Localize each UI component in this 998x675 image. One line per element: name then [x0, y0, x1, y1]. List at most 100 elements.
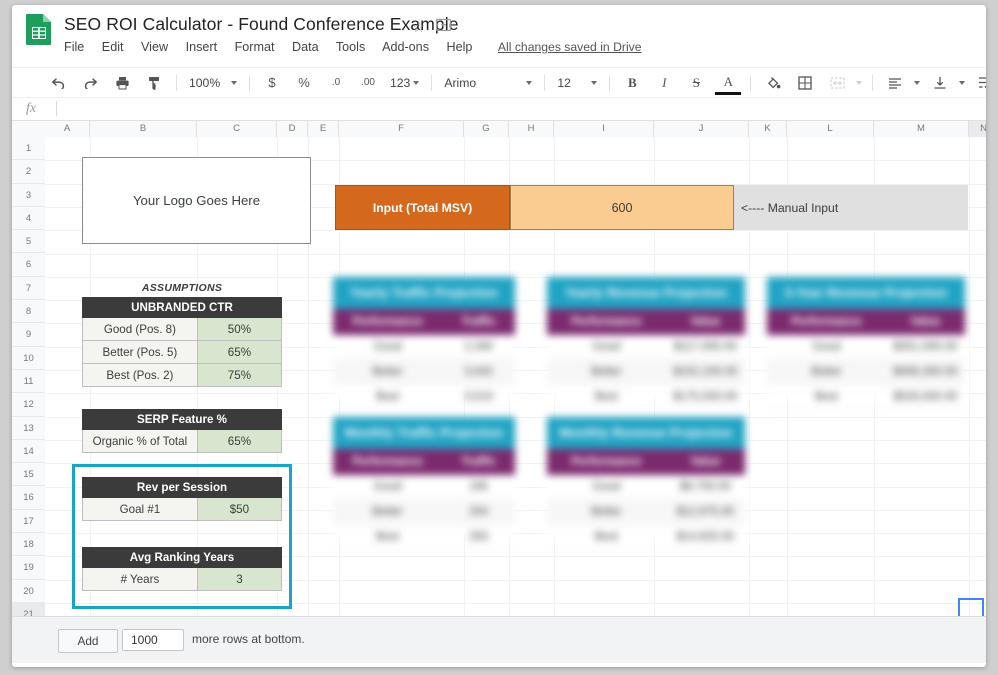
font-size-selector[interactable]: 12 [553, 72, 601, 94]
print-icon[interactable] [109, 72, 135, 94]
card-row: Better$12,675.00 [547, 500, 745, 525]
table-row[interactable]: # Years 3 [82, 568, 282, 591]
menu-view[interactable]: View [141, 40, 168, 54]
table-row[interactable]: Better (Pos. 5) 65% [82, 341, 282, 364]
row-header-6[interactable]: 6 [12, 253, 45, 276]
active-cell-selection[interactable] [958, 598, 984, 616]
row-header-5[interactable]: 5 [12, 230, 45, 253]
toolbar-separator [249, 75, 250, 91]
zoom-selector[interactable]: 100% [185, 72, 241, 94]
row-header-16[interactable]: 16 [12, 486, 45, 509]
row-header-9[interactable]: 9 [12, 323, 45, 346]
merge-cells-icon[interactable] [824, 72, 850, 94]
paint-format-icon[interactable] [141, 72, 167, 94]
column-header-f[interactable]: F [339, 121, 464, 137]
row-header-1[interactable]: 1 [12, 137, 45, 160]
strikethrough-button[interactable]: S [683, 72, 709, 94]
row-header-3[interactable]: 3 [12, 184, 45, 207]
column-header-g[interactable]: G [464, 121, 509, 137]
table-row[interactable]: Best (Pos. 2) 75% [82, 364, 282, 387]
redo-icon[interactable] [77, 72, 103, 94]
menu-addons[interactable]: Add-ons [382, 40, 429, 54]
undo-icon[interactable] [45, 72, 71, 94]
italic-button[interactable]: I [651, 72, 677, 94]
menu-edit[interactable]: Edit [102, 40, 124, 54]
menu-file[interactable]: File [64, 40, 84, 54]
chevron-down-icon[interactable] [914, 81, 920, 85]
msv-manual-input-note[interactable]: <---- Manual Input [734, 185, 968, 230]
row-header-18[interactable]: 18 [12, 533, 45, 556]
column-header-l[interactable]: L [787, 121, 874, 137]
font-family-selector[interactable]: Arimo [440, 72, 536, 94]
menu-tools[interactable]: Tools [336, 40, 365, 54]
menu-insert[interactable]: Insert [186, 40, 218, 54]
row-header-15[interactable]: 15 [12, 463, 45, 486]
row-header-8[interactable]: 8 [12, 300, 45, 323]
menu-help[interactable]: Help [447, 40, 473, 54]
logo-placeholder-cell[interactable]: Your Logo Goes Here [82, 157, 311, 244]
grid-canvas[interactable]: Your Logo Goes Here Input (Total MSV) 60… [45, 137, 986, 616]
column-header-j[interactable]: J [654, 121, 749, 137]
row-header-17[interactable]: 17 [12, 510, 45, 533]
column-header-h[interactable]: H [509, 121, 554, 137]
currency-format-button[interactable]: $ [259, 72, 285, 94]
row-header-7[interactable]: 7 [12, 277, 45, 300]
row-header-13[interactable]: 13 [12, 417, 45, 440]
borders-icon[interactable] [792, 72, 818, 94]
vertical-align-icon[interactable] [927, 72, 953, 94]
row-header-20[interactable]: 20 [12, 580, 45, 603]
document-title[interactable]: SEO ROI Calculator - Found Conference Ex… [64, 14, 459, 35]
table-row[interactable]: Good (Pos. 8) 50% [82, 318, 282, 341]
column-header-m[interactable]: M [874, 121, 969, 137]
row-header-2[interactable]: 2 [12, 160, 45, 183]
row-header-12[interactable]: 12 [12, 393, 45, 416]
column-headers: ABCDEFGHIJKLMN [12, 121, 986, 138]
chevron-down-icon[interactable] [959, 81, 965, 85]
row-headers: 123456789101112131415161718192021 [12, 137, 46, 616]
projection-card[interactable]: Yearly Revenue ProjectionPerformanceValu… [547, 277, 745, 397]
chevron-down-icon[interactable] [856, 81, 862, 85]
projection-card[interactable]: Yearly Traffic ProjectionPerformanceTraf… [333, 277, 515, 397]
bold-button[interactable]: B [619, 72, 645, 94]
formula-input[interactable] [56, 101, 978, 116]
decimal-increase-button[interactable]: .00 [355, 72, 381, 94]
row-header-19[interactable]: 19 [12, 556, 45, 579]
column-header-i[interactable]: I [554, 121, 654, 137]
menu-format[interactable]: Format [235, 40, 275, 54]
projection-card[interactable]: Monthly Traffic ProjectionPerformanceTra… [333, 417, 515, 537]
column-header-b[interactable]: B [90, 121, 197, 137]
add-rows-input[interactable]: 1000 [122, 629, 184, 651]
row-header-4[interactable]: 4 [12, 207, 45, 230]
row-header-14[interactable]: 14 [12, 440, 45, 463]
save-status[interactable]: All changes saved in Drive [498, 40, 642, 54]
projection-card[interactable]: Monthly Revenue ProjectionPerformanceVal… [547, 417, 745, 537]
number-format-selector[interactable]: 123 [386, 72, 423, 94]
table-row[interactable]: Goal #1 $50 [82, 498, 282, 521]
menu-data[interactable]: Data [292, 40, 319, 54]
msv-label-cell[interactable]: Input (Total MSV) [335, 185, 510, 230]
column-header-d[interactable]: D [277, 121, 308, 137]
decimal-decrease-button[interactable]: .0 [323, 72, 349, 94]
add-rows-button[interactable]: Add [58, 629, 118, 653]
column-header-k[interactable]: K [749, 121, 787, 137]
column-header-n[interactable]: N [969, 121, 986, 137]
text-wrap-icon[interactable] [972, 72, 986, 94]
column-header-c[interactable]: C [197, 121, 277, 137]
chevron-down-icon [526, 81, 532, 85]
fill-color-icon[interactable] [760, 72, 786, 94]
horizontal-align-icon[interactable] [882, 72, 908, 94]
move-to-folder-icon[interactable] [436, 18, 451, 35]
projection-card[interactable]: 3-Year Revenue ProjectionPerformanceValu… [767, 277, 965, 397]
column-header-e[interactable]: E [308, 121, 339, 137]
percent-format-button[interactable]: % [291, 72, 317, 94]
star-icon[interactable]: ☆ [412, 18, 425, 36]
column-header-a[interactable]: A [45, 121, 90, 137]
move-to-folder-glyph [436, 18, 451, 31]
row-header-10[interactable]: 10 [12, 347, 45, 370]
row-header-21[interactable]: 21 [12, 603, 45, 616]
text-color-button[interactable]: A [715, 70, 741, 95]
table-row[interactable]: Organic % of Total 65% [82, 430, 282, 453]
row-header-11[interactable]: 11 [12, 370, 45, 393]
msv-value-cell[interactable]: 600 [510, 185, 734, 230]
card-row-value: 3,042 [442, 360, 515, 384]
